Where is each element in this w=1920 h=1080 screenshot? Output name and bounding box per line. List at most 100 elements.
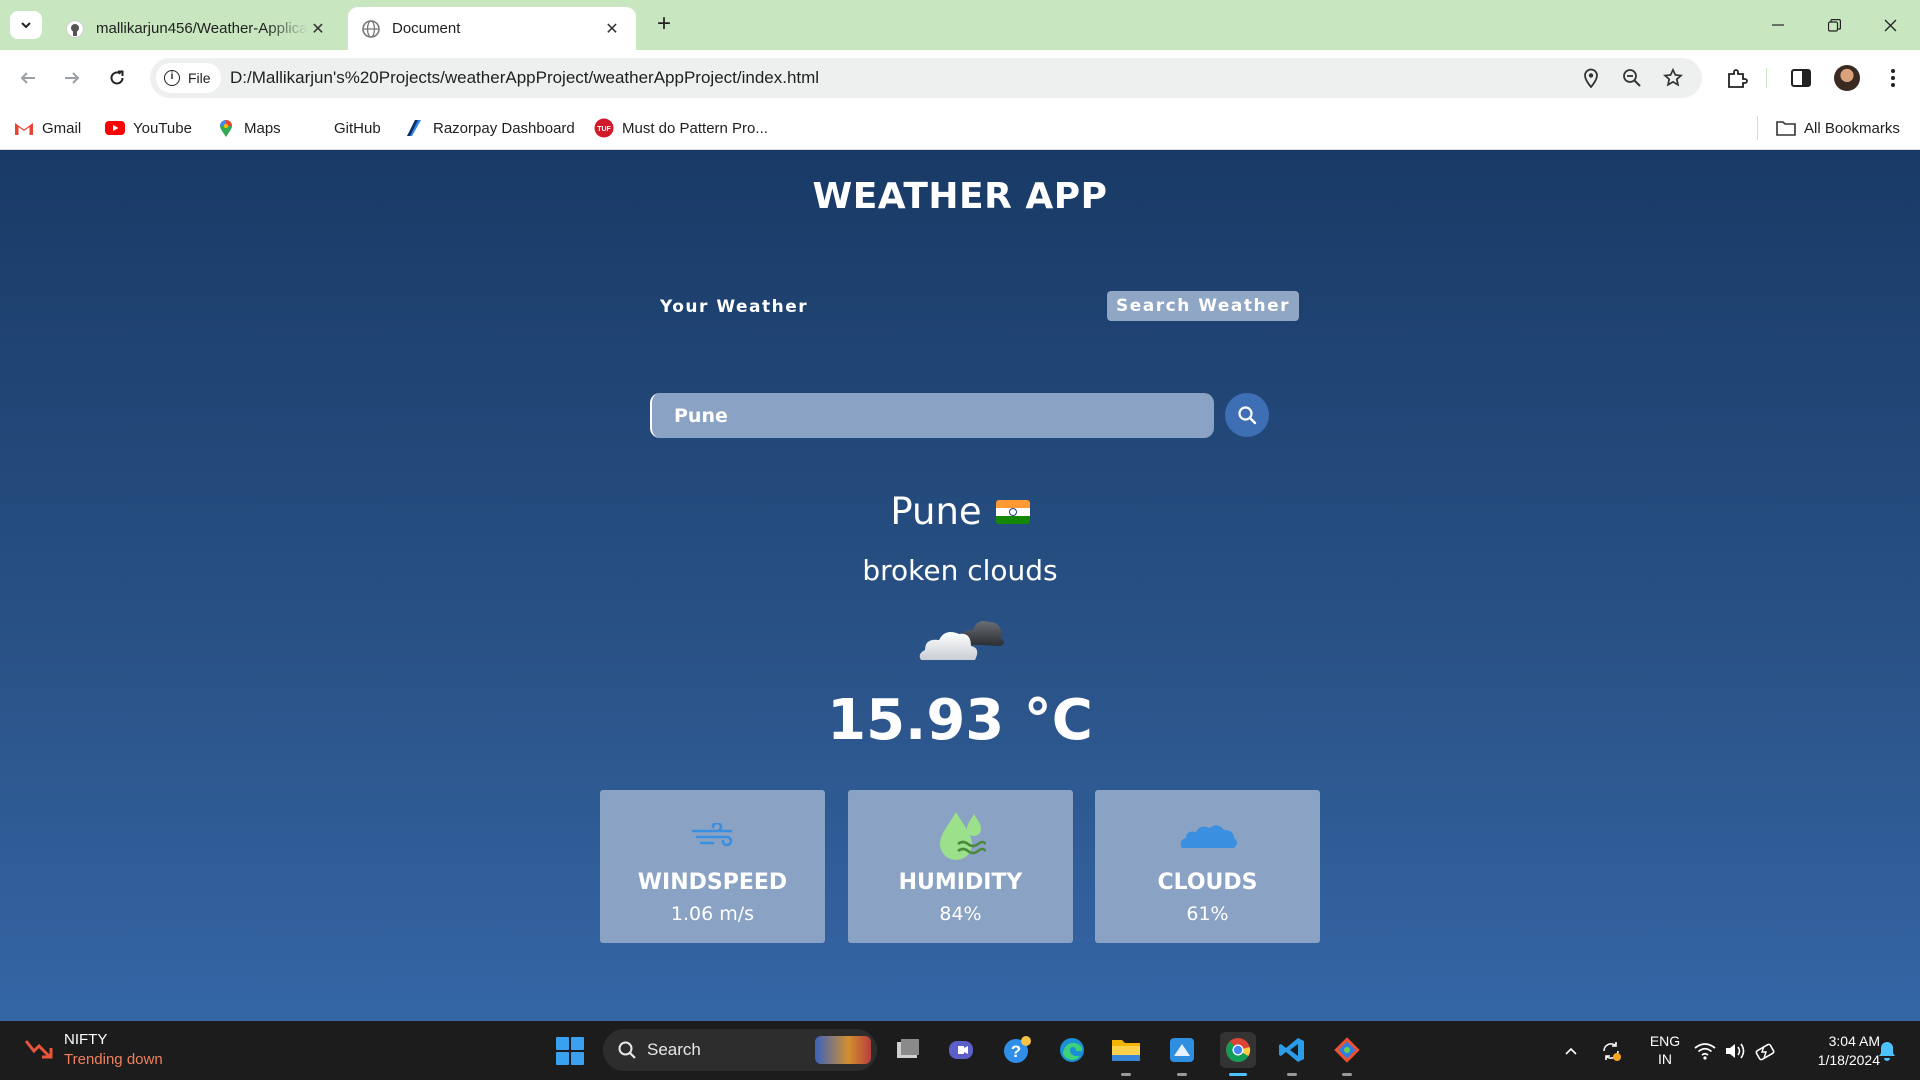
- profile-avatar[interactable]: [1834, 65, 1860, 91]
- url-text[interactable]: D:/Mallikarjun's%20Projects/weatherAppPr…: [230, 68, 819, 88]
- tab-your-weather[interactable]: Your Weather: [652, 292, 816, 322]
- windows-start-button[interactable]: [556, 1037, 584, 1065]
- app-title: WEATHER APP: [812, 176, 1108, 217]
- globe-icon: [362, 19, 380, 38]
- windspeed-label: WINDSPEED: [637, 870, 788, 895]
- taskbar-app-file-manager[interactable]: [890, 1032, 926, 1068]
- maps-icon: [216, 119, 236, 137]
- sync-status-icon[interactable]: [1600, 1040, 1622, 1062]
- restore-button[interactable]: [1806, 10, 1862, 40]
- clock-time: 3:04 AM: [1828, 1033, 1880, 1049]
- bookmarks-divider: [1757, 116, 1758, 140]
- meet-icon: [949, 1041, 973, 1059]
- clock-date: 1/18/2024: [1817, 1052, 1880, 1068]
- taskbar-app-vscode[interactable]: [1274, 1032, 1310, 1076]
- taskbar-app-store[interactable]: [1164, 1032, 1200, 1076]
- windspeed-card: WINDSPEED 1.06 m/s: [600, 790, 825, 943]
- github-icon: [306, 119, 326, 137]
- tab-title: mallikarjun456/Weather-Application: [96, 20, 308, 37]
- github-icon: [66, 19, 84, 38]
- close-icon[interactable]: ✕: [308, 19, 328, 39]
- tab-search-weather[interactable]: Search Weather: [1107, 291, 1300, 321]
- reload-button[interactable]: [102, 63, 132, 93]
- taskbar: NIFTY Trending down Search ? ENG IN 3:04…: [0, 1021, 1920, 1080]
- side-panel-button[interactable]: [1786, 63, 1816, 93]
- bookmark-github[interactable]: GitHub: [306, 117, 381, 139]
- search-button[interactable]: [1225, 393, 1269, 437]
- weather-description: broken clouds: [862, 554, 1058, 587]
- search-icon: [618, 1041, 636, 1059]
- site-info-chip[interactable]: i File: [156, 63, 221, 93]
- wifi-icon[interactable]: [1694, 1040, 1716, 1062]
- browser-tab-document[interactable]: Document ✕: [348, 7, 636, 50]
- city-name: Pune: [890, 490, 982, 533]
- clouds-label: CLOUDS: [1157, 870, 1258, 895]
- close-icon[interactable]: ✕: [602, 19, 622, 39]
- forward-button[interactable]: [57, 63, 87, 93]
- city-search-input[interactable]: [650, 393, 1214, 438]
- vscode-icon: [1279, 1038, 1304, 1062]
- taskbar-search-label: Search: [647, 1040, 701, 1059]
- taskbar-app-git[interactable]: [1329, 1032, 1365, 1076]
- search-icon: [1238, 406, 1257, 425]
- bookmark-razorpay[interactable]: Razorpay Dashboard: [405, 117, 575, 139]
- show-hidden-icons-button[interactable]: [1560, 1040, 1582, 1062]
- chevron-down-icon: [21, 22, 31, 29]
- svg-text:?: ?: [1011, 1042, 1021, 1061]
- taskbar-app-edge[interactable]: [1054, 1032, 1090, 1068]
- widget-title[interactable]: NIFTY: [64, 1031, 107, 1048]
- browser-tab-github[interactable]: mallikarjun456/Weather-Application ✕: [52, 7, 342, 50]
- taskbar-app-meet[interactable]: [943, 1032, 979, 1068]
- svg-text:TUF: TUF: [597, 126, 611, 133]
- minimize-button[interactable]: [1750, 10, 1806, 40]
- side-panel-icon: [1791, 69, 1811, 87]
- notifications-button[interactable]: [1876, 1040, 1898, 1062]
- clouds-value: 61%: [1186, 903, 1229, 925]
- all-bookmarks-button[interactable]: All Bookmarks: [1776, 117, 1900, 139]
- trending-down-icon[interactable]: [24, 1037, 54, 1061]
- new-tab-button[interactable]: +: [650, 11, 678, 39]
- tab-search-button[interactable]: [10, 11, 42, 39]
- file-explorer-icon: [1112, 1040, 1140, 1061]
- taskbar-app-chrome[interactable]: [1220, 1032, 1256, 1076]
- help-icon: ?: [1004, 1036, 1031, 1063]
- site-info-label: File: [188, 70, 211, 86]
- bookmark-label: YouTube: [133, 119, 192, 137]
- city-heading: Pune: [0, 490, 1920, 533]
- more-vert-icon: [1891, 69, 1895, 87]
- close-window-button[interactable]: [1862, 10, 1918, 40]
- store-icon: [1170, 1038, 1194, 1062]
- humidity-icon: [939, 812, 986, 860]
- back-button[interactable]: [13, 63, 43, 93]
- bookmark-star-icon[interactable]: [1662, 67, 1684, 89]
- taskbar-search[interactable]: Search: [603, 1029, 877, 1071]
- tab-strip: mallikarjun456/Weather-Application ✕ Doc…: [0, 0, 1920, 50]
- india-flag: [995, 499, 1030, 524]
- humidity-value: 84%: [939, 903, 982, 925]
- close-icon: [1884, 19, 1896, 31]
- bookmark-must-do-pattern[interactable]: TUF Must do Pattern Pro...: [594, 117, 768, 139]
- taskbar-app-help[interactable]: ?: [999, 1032, 1035, 1068]
- address-bar[interactable]: i File D:/Mallikarjun's%20Projects/weath…: [150, 58, 1702, 98]
- bookmark-maps[interactable]: Maps: [216, 117, 281, 139]
- browser-menu-button[interactable]: [1878, 63, 1908, 93]
- extensions-button[interactable]: [1722, 63, 1752, 93]
- chevron-up-icon: [1565, 1047, 1577, 1055]
- widget-status[interactable]: Trending down: [64, 1051, 163, 1068]
- bell-icon: [1879, 1042, 1895, 1061]
- volume-icon[interactable]: [1724, 1040, 1746, 1062]
- humidity-label: HUMIDITY: [898, 870, 1023, 895]
- zoom-icon[interactable]: [1621, 67, 1643, 89]
- windspeed-value: 1.06 m/s: [670, 903, 755, 925]
- bookmark-gmail[interactable]: Gmail: [14, 117, 81, 139]
- location-icon[interactable]: [1580, 67, 1602, 89]
- bookmark-youtube[interactable]: YouTube: [105, 117, 192, 139]
- humidity-card: HUMIDITY 84%: [848, 790, 1073, 943]
- language-indicator[interactable]: ENG IN: [1645, 1032, 1685, 1068]
- temperature-value: 15.93 °C: [827, 688, 1093, 753]
- taskbar-app-file-explorer[interactable]: [1108, 1032, 1144, 1076]
- language-region: IN: [1658, 1051, 1672, 1067]
- puzzle-icon: [1728, 69, 1748, 88]
- battery-icon[interactable]: [1754, 1040, 1776, 1062]
- system-clock[interactable]: 3:04 AM 1/18/2024: [1790, 1032, 1880, 1070]
